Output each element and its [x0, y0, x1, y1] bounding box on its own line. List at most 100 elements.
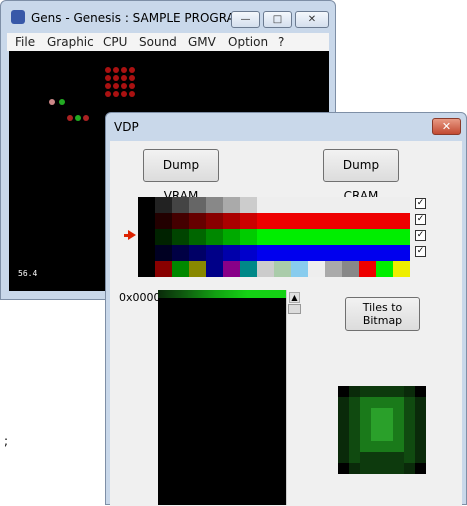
palette-color-cell[interactable]: [240, 213, 257, 229]
palette-color-cell[interactable]: [376, 197, 393, 213]
minimize-button[interactable]: —: [231, 11, 260, 28]
palette-color-cell[interactable]: [189, 197, 206, 213]
palette-color-cell[interactable]: [291, 229, 308, 245]
palette-color-cell[interactable]: [291, 245, 308, 261]
palette-color-cell[interactable]: [393, 245, 410, 261]
palette-color-cell[interactable]: [274, 197, 291, 213]
palette-row[interactable]: [138, 213, 410, 229]
vram-tile-viewer[interactable]: [158, 290, 286, 505]
palette-color-cell[interactable]: [257, 229, 274, 245]
palette-color-cell[interactable]: [189, 245, 206, 261]
palette-color-cell[interactable]: [223, 229, 240, 245]
menu-cpu[interactable]: CPU: [103, 35, 127, 49]
palette-color-cell[interactable]: [393, 261, 410, 277]
palette-row-checkbox[interactable]: ✓: [415, 198, 426, 209]
dump-vram-button[interactable]: Dump VRAM: [143, 149, 219, 203]
palette-color-cell[interactable]: [155, 245, 172, 261]
palette-color-cell[interactable]: [223, 245, 240, 261]
palette-row-checkbox[interactable]: ✓: [415, 230, 426, 241]
palette-row[interactable]: [138, 261, 410, 277]
palette-color-cell[interactable]: [138, 261, 155, 277]
palette-color-cell[interactable]: [308, 229, 325, 245]
palette-color-cell[interactable]: [223, 261, 240, 277]
palette-color-cell[interactable]: [257, 261, 274, 277]
palette-color-cell[interactable]: [172, 229, 189, 245]
palette-color-cell[interactable]: [189, 213, 206, 229]
palette-color-cell[interactable]: [223, 197, 240, 213]
palette-color-cell[interactable]: [172, 245, 189, 261]
palette-color-cell[interactable]: [240, 261, 257, 277]
palette-color-cell[interactable]: [376, 229, 393, 245]
palette-color-cell[interactable]: [138, 197, 155, 213]
palette-color-cell[interactable]: [240, 245, 257, 261]
palette-color-cell[interactable]: [172, 213, 189, 229]
palette-color-cell[interactable]: [223, 213, 240, 229]
palette-color-cell[interactable]: [291, 261, 308, 277]
palette-color-cell[interactable]: [138, 245, 155, 261]
palette-color-cell[interactable]: [138, 213, 155, 229]
menu-gmv[interactable]: GMV: [188, 35, 216, 49]
palette-color-cell[interactable]: [274, 261, 291, 277]
palette-color-cell[interactable]: [206, 229, 223, 245]
palette-color-cell[interactable]: [257, 197, 274, 213]
palette-color-cell[interactable]: [274, 245, 291, 261]
palette-color-cell[interactable]: [376, 245, 393, 261]
palette-color-cell[interactable]: [189, 261, 206, 277]
palette-row[interactable]: [138, 197, 410, 213]
palette-color-cell[interactable]: [240, 197, 257, 213]
palette-color-cell[interactable]: [155, 229, 172, 245]
palette-color-cell[interactable]: [308, 245, 325, 261]
palette-color-cell[interactable]: [393, 197, 410, 213]
palette-color-cell[interactable]: [172, 197, 189, 213]
palette-color-cell[interactable]: [342, 197, 359, 213]
tiles-to-bitmap-button[interactable]: Tiles to Bitmap: [345, 297, 420, 331]
palette-color-cell[interactable]: [206, 197, 223, 213]
palette-row-checkbox[interactable]: ✓: [415, 214, 426, 225]
scroll-up-icon[interactable]: ▲: [289, 292, 300, 303]
menu-file[interactable]: File: [15, 35, 35, 49]
palette-color-cell[interactable]: [308, 213, 325, 229]
vram-scrollbar[interactable]: ▲: [286, 290, 302, 505]
palette-color-cell[interactable]: [342, 245, 359, 261]
menu-option[interactable]: Option: [228, 35, 268, 49]
menu-graphic[interactable]: Graphic: [47, 35, 94, 49]
palette-color-cell[interactable]: [274, 229, 291, 245]
dump-cram-button[interactable]: Dump CRAM: [323, 149, 399, 203]
palette-color-cell[interactable]: [172, 261, 189, 277]
palette-color-cell[interactable]: [257, 245, 274, 261]
palette-color-cell[interactable]: [325, 213, 342, 229]
palette-color-cell[interactable]: [155, 197, 172, 213]
palette-color-cell[interactable]: [376, 261, 393, 277]
palette-color-cell[interactable]: [138, 229, 155, 245]
palette-color-cell[interactable]: [359, 197, 376, 213]
palette-color-cell[interactable]: [342, 213, 359, 229]
scroll-thumb[interactable]: [288, 304, 301, 314]
palette-color-cell[interactable]: [393, 213, 410, 229]
palette-color-cell[interactable]: [325, 197, 342, 213]
palette-color-cell[interactable]: [359, 229, 376, 245]
palette-color-cell[interactable]: [325, 245, 342, 261]
palette-color-cell[interactable]: [206, 213, 223, 229]
palette-color-cell[interactable]: [359, 261, 376, 277]
palette-color-cell[interactable]: [325, 261, 342, 277]
palette-color-cell[interactable]: [155, 261, 172, 277]
maximize-button[interactable]: □: [263, 11, 292, 28]
palette-color-cell[interactable]: [376, 213, 393, 229]
palette-row[interactable]: [138, 245, 410, 261]
palette-color-cell[interactable]: [240, 229, 257, 245]
palette-color-cell[interactable]: [342, 229, 359, 245]
menu-help[interactable]: ?: [278, 35, 284, 49]
vdp-close-button[interactable]: ✕: [432, 118, 461, 135]
palette-row[interactable]: [138, 229, 410, 245]
palette-color-cell[interactable]: [291, 197, 308, 213]
palette-color-cell[interactable]: [359, 245, 376, 261]
menu-sound[interactable]: Sound: [139, 35, 177, 49]
palette-color-cell[interactable]: [308, 197, 325, 213]
palette-color-cell[interactable]: [393, 229, 410, 245]
close-button[interactable]: ✕: [295, 11, 329, 28]
palette-color-cell[interactable]: [155, 213, 172, 229]
palette-color-cell[interactable]: [274, 213, 291, 229]
palette-color-cell[interactable]: [291, 213, 308, 229]
palette-color-cell[interactable]: [359, 213, 376, 229]
palette-color-cell[interactable]: [206, 261, 223, 277]
